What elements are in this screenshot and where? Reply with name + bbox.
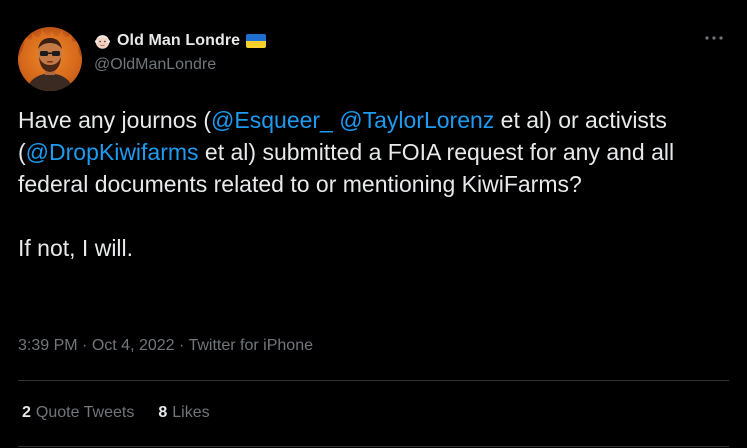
more-options-icon[interactable] (703, 30, 725, 46)
avatar[interactable] (18, 27, 82, 91)
likes-stat[interactable]: 8 Likes (158, 404, 209, 422)
mention-link[interactable]: @DropKiwifarms (26, 139, 199, 165)
ukraine-flag-icon (246, 34, 267, 48)
tweet-paragraph-2: If not, I will. (18, 235, 134, 261)
tweet-time[interactable]: 3:39 PM (18, 337, 78, 354)
mention-link[interactable]: @TaylorLorenz (339, 107, 494, 133)
quote-tweets-stat[interactable]: 2 Quote Tweets (22, 404, 134, 422)
tweet-text-segment: Have any journos ( (18, 107, 212, 133)
author-header: Old Man Londre @OldManLondre (94, 30, 267, 74)
older-man-face-icon (95, 34, 110, 49)
mention-link[interactable]: @Esqueer_ (211, 107, 333, 133)
name-row[interactable]: Old Man Londre (94, 30, 267, 52)
divider (18, 380, 729, 381)
tweet-source[interactable]: Twitter for iPhone (188, 337, 313, 354)
divider (18, 446, 729, 447)
avatar-bearded-man-fire-icon (18, 29, 82, 91)
tweet-card: Old Man Londre @OldManLondre Have any jo… (0, 0, 747, 448)
likes-count: 8 (158, 404, 168, 421)
tweet-text: Have any journos (@Esqueer_ @TaylorLoren… (18, 104, 730, 264)
display-name[interactable]: Old Man Londre (117, 32, 240, 50)
meta-separator: · (82, 337, 88, 354)
engagement-stats: 2 Quote Tweets 8 Likes (22, 404, 234, 422)
quote-tweets-label: Quote Tweets (35, 404, 135, 421)
tweet-date[interactable]: Oct 4, 2022 (92, 337, 175, 354)
tweet-paragraph-1: Have any journos (@Esqueer_ @TaylorLoren… (18, 104, 730, 200)
tweet-metadata: 3:39 PM · Oct 4, 2022 · Twitter for iPho… (18, 337, 313, 355)
user-handle[interactable]: @OldManLondre (94, 56, 266, 74)
quote-tweets-count: 2 (22, 404, 31, 421)
likes-label: Likes (172, 404, 210, 421)
meta-separator: · (179, 337, 185, 354)
